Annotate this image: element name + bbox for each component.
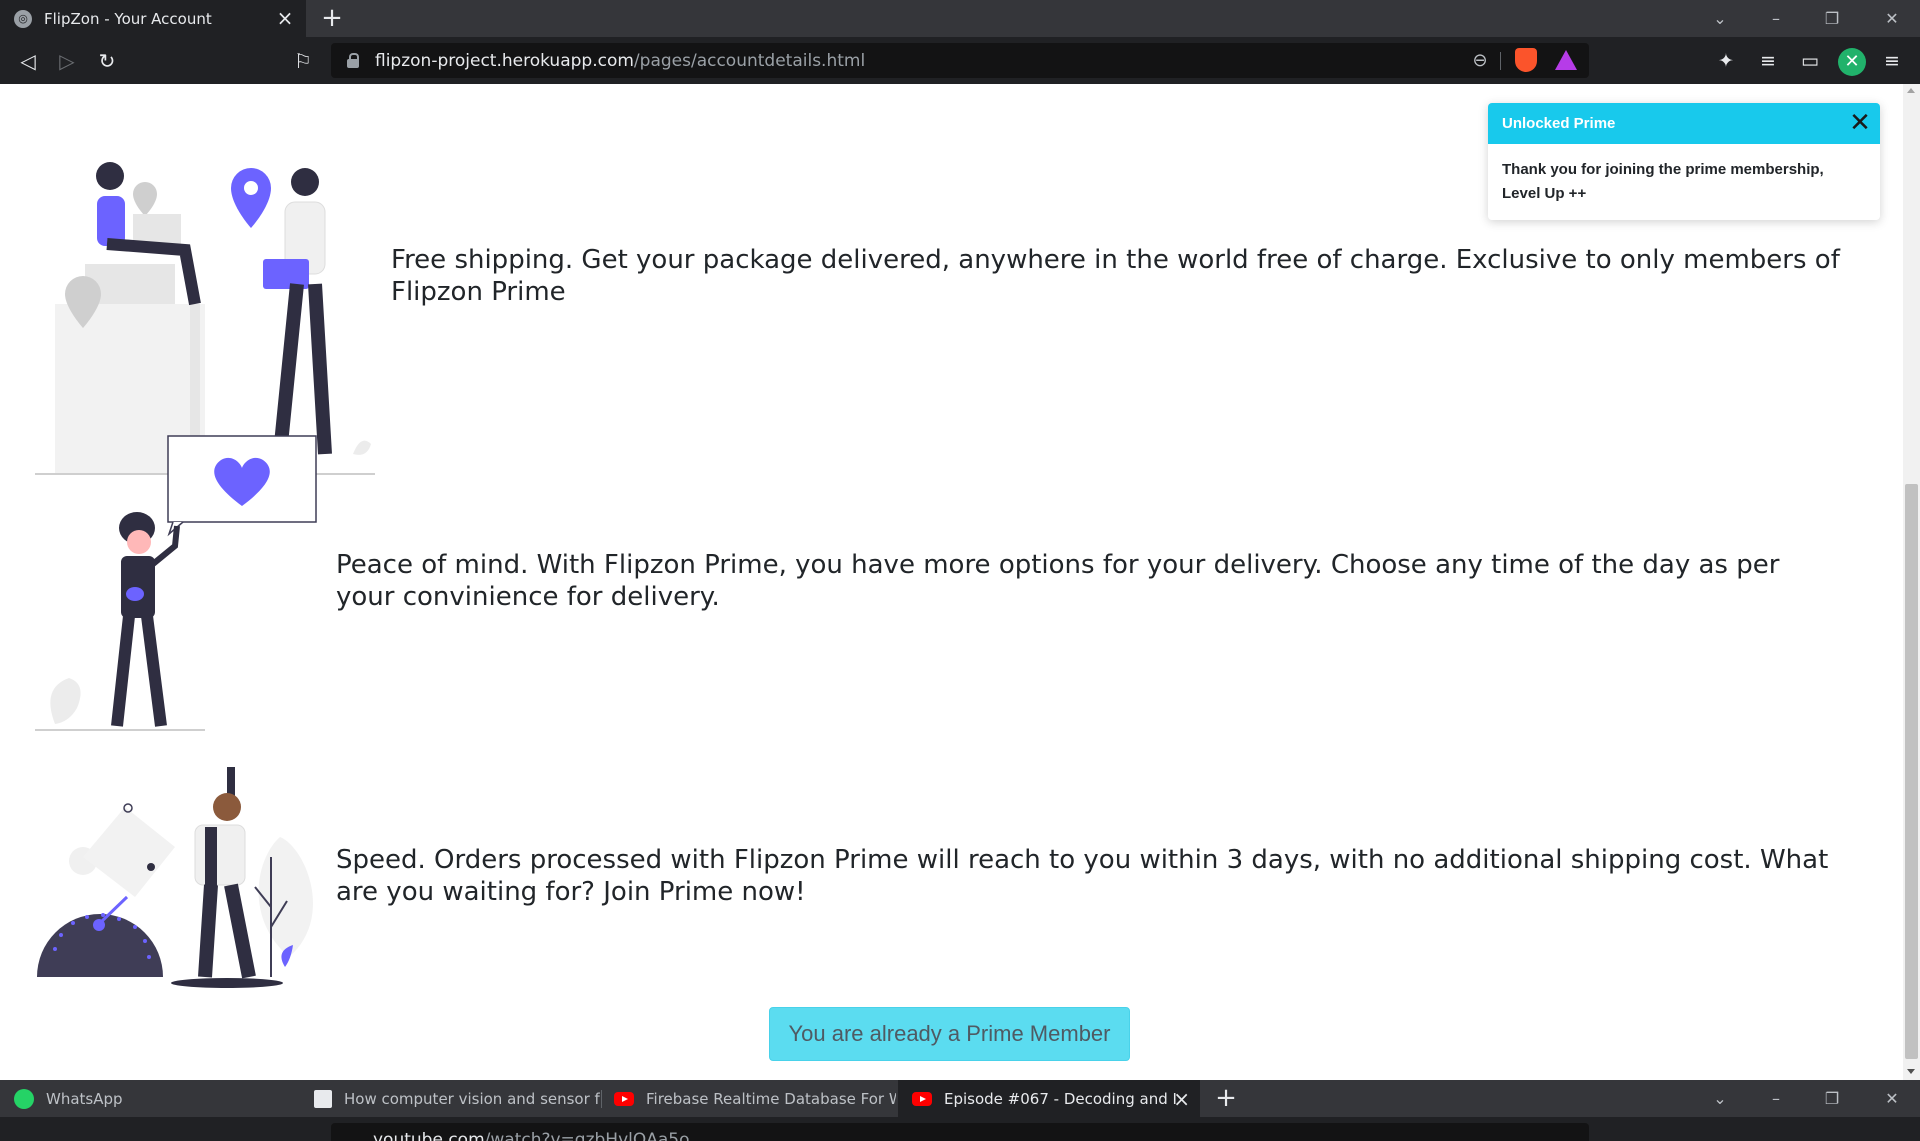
bookmark-icon[interactable]: ⚐ <box>287 45 319 77</box>
scroll-down-arrow-icon[interactable] <box>1907 1069 1915 1074</box>
scroll-up-arrow-icon[interactable] <box>1907 88 1915 93</box>
restore-button[interactable]: ❐ <box>1804 0 1860 37</box>
page-scrollbar[interactable] <box>1903 84 1920 1080</box>
omnibox-divider <box>1500 52 1501 70</box>
address-bar[interactable]: flipzon-project.herokuapp.com/pages/acco… <box>331 43 1589 78</box>
tab-title: FlipZon - Your Account <box>44 9 212 28</box>
url-text: flipzon-project.herokuapp.com/pages/acco… <box>375 50 866 71</box>
extensions-icon[interactable]: ✦ <box>1710 45 1742 77</box>
feature-peace-of-mind-text: Peace of mind. With Flipzon Prime, you h… <box>336 550 1780 612</box>
feature-free-shipping-text: Free shipping. Get your package delivere… <box>391 245 1840 307</box>
feature-speed-text: Speed. Orders processed with Flipzon Pri… <box>336 845 1829 907</box>
toast-message: Thank you for joining the prime membersh… <box>1502 161 1824 202</box>
globe-icon: ◎ <box>14 9 32 28</box>
whatsapp-icon <box>14 1088 34 1109</box>
tab-search-icon[interactable]: ⌄ <box>1692 1080 1748 1117</box>
restore-button[interactable]: ❐ <box>1804 1080 1860 1117</box>
wallet-icon[interactable]: ▭ <box>1794 45 1826 77</box>
tab-strip: ◎ FlipZon - Your Account × + ⌄ – ❐ ✕ <box>0 0 1920 37</box>
menu-icon[interactable]: ≡ <box>1876 45 1908 77</box>
new-tab-button[interactable]: + <box>318 4 346 32</box>
close-window-button[interactable]: ✕ <box>1864 0 1920 37</box>
forward-icon[interactable]: ▷ <box>51 45 83 77</box>
youtube-icon <box>614 1091 634 1106</box>
toast-title: Unlocked Prime <box>1502 115 1616 132</box>
minimize-button[interactable]: – <box>1748 0 1804 37</box>
speed-illustration <box>37 767 313 988</box>
prime-toast: Unlocked Prime ✕ Thank you for joining t… <box>1488 103 1880 220</box>
brave-rewards-icon[interactable] <box>1555 50 1577 70</box>
close-tab-icon[interactable]: × <box>274 7 296 29</box>
browser-tab-active[interactable]: ◎ FlipZon - Your Account × <box>0 0 306 37</box>
account-page: Free shipping. Get your package delivere… <box>0 84 1903 1080</box>
playlist-icon[interactable]: ≡ <box>1752 45 1784 77</box>
second-window-tab-strip: WhatsApp How computer vision and sensor … <box>0 1080 1920 1117</box>
tab-computer-vision[interactable]: How computer vision and sensor fusio <box>300 1080 600 1117</box>
youtube-icon <box>912 1091 932 1106</box>
scroll-thumb[interactable] <box>1905 484 1918 1059</box>
zoom-icon[interactable]: ⊖ <box>1469 50 1491 72</box>
toast-header: Unlocked Prime ✕ <box>1488 103 1880 144</box>
prime-member-button[interactable]: You are already a Prime Member <box>769 1007 1130 1061</box>
tab-episode-067[interactable]: Episode #067 - Decoding and Intu × <box>898 1080 1200 1117</box>
back-icon[interactable]: ◁ <box>12 45 44 77</box>
profile-avatar[interactable]: ✕ <box>1838 48 1866 76</box>
browser-toolbar: ◁ ▷ ↻ ⚐ flipzon-project.herokuapp.com/pa… <box>0 37 1920 84</box>
new-tab-button[interactable]: + <box>1212 1084 1240 1112</box>
learn-icon <box>314 1089 332 1108</box>
reload-icon[interactable]: ↻ <box>91 45 123 77</box>
second-address-bar[interactable]: youtube.com/watch?v=gzbHvlQAa5o <box>331 1123 1589 1141</box>
close-tab-icon[interactable]: × <box>1173 1087 1190 1111</box>
peace-of-mind-illustration <box>35 435 317 731</box>
close-window-button[interactable]: ✕ <box>1864 1080 1920 1117</box>
brave-shields-icon[interactable] <box>1515 48 1537 72</box>
tab-whatsapp[interactable]: WhatsApp <box>0 1080 306 1117</box>
toast-close-icon[interactable]: ✕ <box>1848 110 1872 136</box>
lock-icon <box>347 52 361 69</box>
second-window-toolbar: youtube.com/watch?v=gzbHvlQAa5o <box>0 1117 1920 1141</box>
tab-firebase[interactable]: Firebase Realtime Database For Web T <box>600 1080 896 1117</box>
minimize-button[interactable]: – <box>1748 1080 1804 1117</box>
tab-search-icon[interactable]: ⌄ <box>1692 0 1748 37</box>
